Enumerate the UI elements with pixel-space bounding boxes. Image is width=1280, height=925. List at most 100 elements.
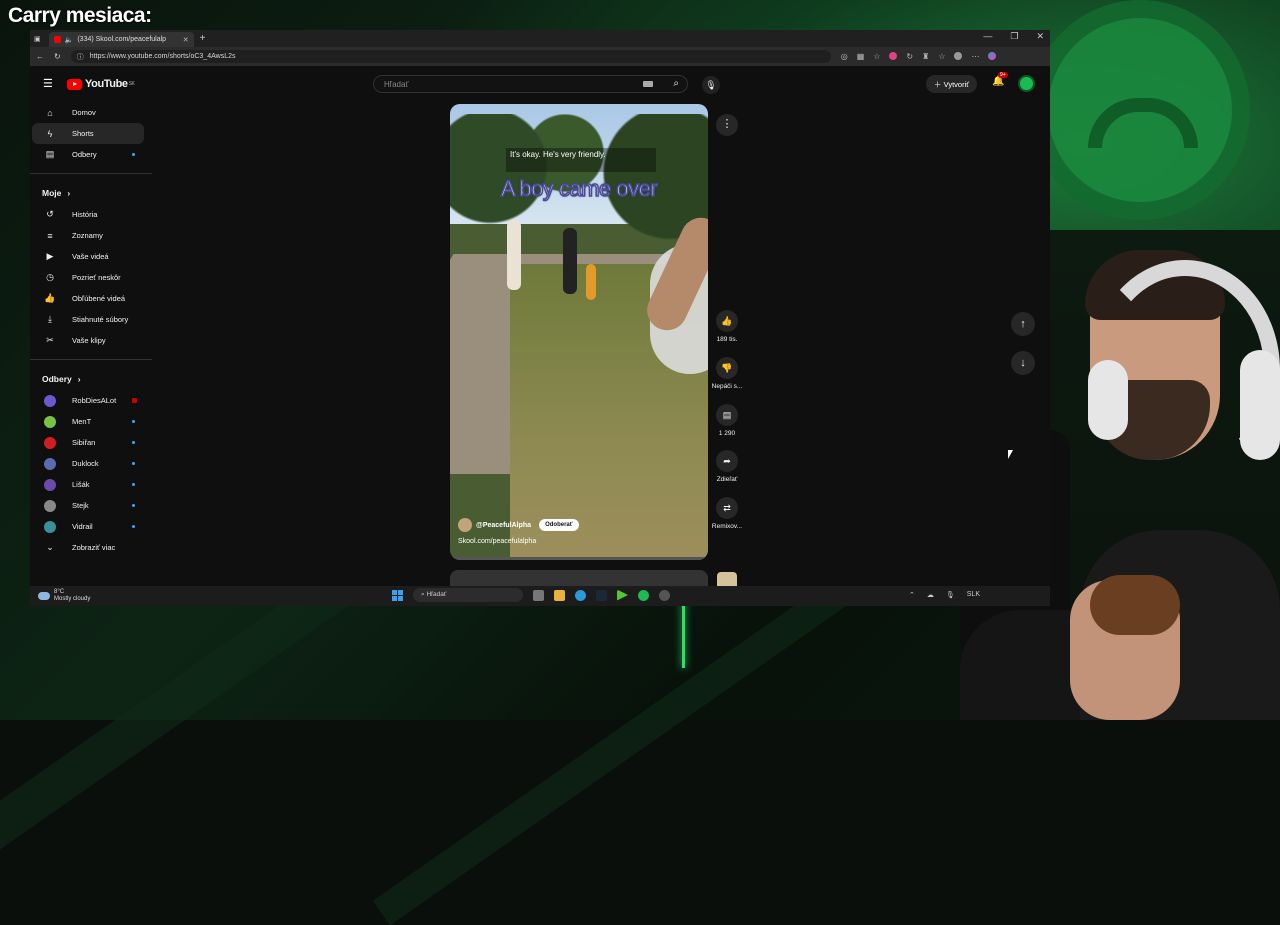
sidebar-item-your-videos[interactable]: ▶ Vaše videá (32, 246, 150, 267)
channel-handle[interactable]: @PeacefulAlpha (476, 522, 531, 529)
video-caption-big: A boy came over (500, 175, 658, 202)
sidebar-item-history[interactable]: ↺ História (32, 204, 150, 225)
profile-icon[interactable] (954, 52, 963, 60)
chevron-down-icon: ⌄ (46, 542, 54, 552)
taskbar-search[interactable]: ⌕ Hľadať (413, 588, 523, 602)
tab-list-icon[interactable]: ▣ (34, 35, 41, 43)
extension-icon[interactable] (889, 52, 898, 60)
create-label: Vytvoriť (943, 80, 970, 89)
channel-name: Duklock (72, 459, 99, 468)
like-button[interactable]: 👍 189 tis. (708, 310, 746, 343)
voice-search-icon[interactable]: 🎙 (702, 76, 720, 94)
sidebar-show-more[interactable]: ⌄ Zobraziť viac (32, 537, 150, 558)
sidebar-item-channel[interactable]: RobDiesALot (32, 390, 150, 411)
sidebar-item-clips[interactable]: ✂ Vaše klipy (32, 330, 150, 351)
share-button[interactable]: ➦ Zdieľať (708, 450, 746, 483)
spotify-icon[interactable] (638, 589, 649, 601)
sidebar-item-channel[interactable]: Sibiřan (32, 432, 150, 453)
comments-button[interactable]: ▤ 1 290 (708, 404, 746, 437)
previous-short-button[interactable]: ↑ (1011, 312, 1035, 336)
system-tray: ⌃ ☁ 🎙 SLK (909, 591, 980, 599)
next-short-button[interactable]: ↓ (1011, 351, 1035, 375)
scissors-icon: ✂ (46, 335, 54, 345)
weather-widget[interactable]: 8°C Mostly cloudy (38, 589, 90, 603)
restore-button[interactable]: ❐ (1010, 31, 1018, 42)
share-label: Zdieľať (716, 476, 738, 483)
site-info-icon[interactable]: ⓘ (77, 52, 84, 62)
notifications-icon[interactable]: 🔔 9+ (992, 72, 1008, 87)
section-title: Odbery (42, 374, 72, 384)
search-input[interactable]: Hľadať ⌕ (373, 75, 688, 93)
sidebar-item-watch-later[interactable]: ◷ Pozrieť neskôr (32, 267, 150, 288)
overlay-title: Carry mesiaca: (8, 4, 152, 27)
dislike-label: Nepáči s... (711, 383, 743, 390)
sidebar-item-channel[interactable]: Lišák (32, 474, 150, 495)
copilot-icon[interactable] (988, 52, 997, 60)
language-indicator[interactable]: SLK (967, 591, 980, 599)
new-tab-button[interactable]: + (200, 33, 206, 44)
close-tab-icon[interactable]: ✕ (183, 36, 189, 44)
subscriptions-icon: ▤ (45, 149, 55, 159)
create-button[interactable]: ＋ Vytvoriť (926, 75, 978, 93)
sidebar-item-downloads[interactable]: ⤓ Stiahnuté súbory (32, 309, 150, 330)
remix-button[interactable]: ⇄ Remixov... (708, 497, 746, 530)
avatar[interactable] (1018, 75, 1035, 92)
new-content-dot (132, 420, 135, 423)
url-text: https://www.youtube.com/shorts/oC3_4AwsL… (89, 53, 236, 60)
sidebar-item-home[interactable]: ⌂ Domov (32, 102, 150, 123)
favorites-icon[interactable]: ☆ (938, 52, 945, 61)
dislike-button[interactable]: 👎 Nepáči s... (708, 357, 746, 390)
microphone-icon[interactable]: 🎙 (946, 591, 955, 599)
chevron-up-icon[interactable]: ⌃ (909, 591, 915, 599)
sidebar-item-subscriptions[interactable]: ▤ Odbery (32, 144, 150, 165)
shorts-video-player[interactable]: It's okay. He's very friendly. A boy cam… (450, 104, 708, 560)
description-link[interactable]: Skool.com/peacefulalpha (458, 538, 536, 545)
task-view-icon[interactable] (533, 589, 544, 601)
sidebar-item-playlists[interactable]: ≡ Zoznamy (32, 225, 150, 246)
progress-bar[interactable] (450, 557, 708, 560)
your-videos-icon: ▶ (46, 251, 54, 261)
file-explorer-icon[interactable] (554, 589, 565, 601)
sidebar-item-label: Zoznamy (72, 231, 103, 240)
channel-name: RobDiesALot (72, 396, 117, 405)
browser-window: ▣ 🔈 (334) Skool.com/peacefulalp ✕ + — ❐ … (30, 30, 1050, 606)
address-bar-row: ← ↻ ⓘ https://www.youtube.com/shorts/oC3… (30, 47, 1050, 66)
cloud-icon (38, 592, 50, 600)
app-icon[interactable] (659, 589, 670, 601)
sidebar-item-channel[interactable]: Vidrail (32, 516, 150, 537)
sidebar-item-channel[interactable]: Stejk (32, 495, 150, 516)
close-window-button[interactable]: ✕ (1036, 31, 1044, 42)
menu-icon[interactable]: ☰ (43, 77, 53, 90)
extension-icon[interactable]: ↻ (906, 52, 913, 61)
steam-icon[interactable] (596, 589, 607, 601)
subscribe-button[interactable]: Odoberať (539, 519, 579, 531)
more-options-icon[interactable]: ⋮ (716, 114, 738, 136)
edge-icon[interactable] (575, 589, 586, 601)
more-icon[interactable]: ⋯ (971, 52, 979, 61)
keyboard-icon[interactable] (643, 81, 653, 87)
extension-icon[interactable]: ◎ (841, 52, 848, 61)
windows-start-icon[interactable] (392, 589, 403, 601)
you-section-header[interactable]: Moje › (30, 182, 152, 204)
minimize-button[interactable]: — (983, 31, 992, 42)
youtube-logo[interactable]: YouTube SK (67, 78, 135, 90)
channel-name: Stejk (72, 501, 89, 510)
star-icon[interactable]: ☆ (873, 52, 880, 61)
sidebar-item-channel[interactable]: MenT (32, 411, 150, 432)
onedrive-icon[interactable]: ☁ (927, 591, 934, 599)
search-icon[interactable]: ⌕ (673, 78, 679, 89)
play-app-icon[interactable] (617, 589, 628, 601)
extension-icon[interactable]: ♜ (922, 52, 929, 61)
channel-avatar[interactable] (458, 518, 472, 532)
sidebar-item-shorts[interactable]: ϟ Shorts (32, 123, 144, 144)
browser-tab[interactable]: 🔈 (334) Skool.com/peacefulalp ✕ (48, 32, 194, 47)
back-icon[interactable]: ← (36, 52, 44, 61)
reload-icon[interactable]: ↻ (54, 52, 61, 61)
new-content-dot (132, 153, 135, 156)
taskbar-search-label: Hľadať (426, 591, 447, 598)
subscriptions-section-header[interactable]: Odbery › (30, 368, 152, 390)
sidebar-item-liked[interactable]: 👍 Obľúbené videá (32, 288, 150, 309)
extension-icon[interactable]: ▦ (857, 52, 865, 61)
sidebar-item-channel[interactable]: Duklock (32, 453, 150, 474)
url-field[interactable]: ⓘ https://www.youtube.com/shorts/oC3_4Aw… (70, 50, 831, 63)
